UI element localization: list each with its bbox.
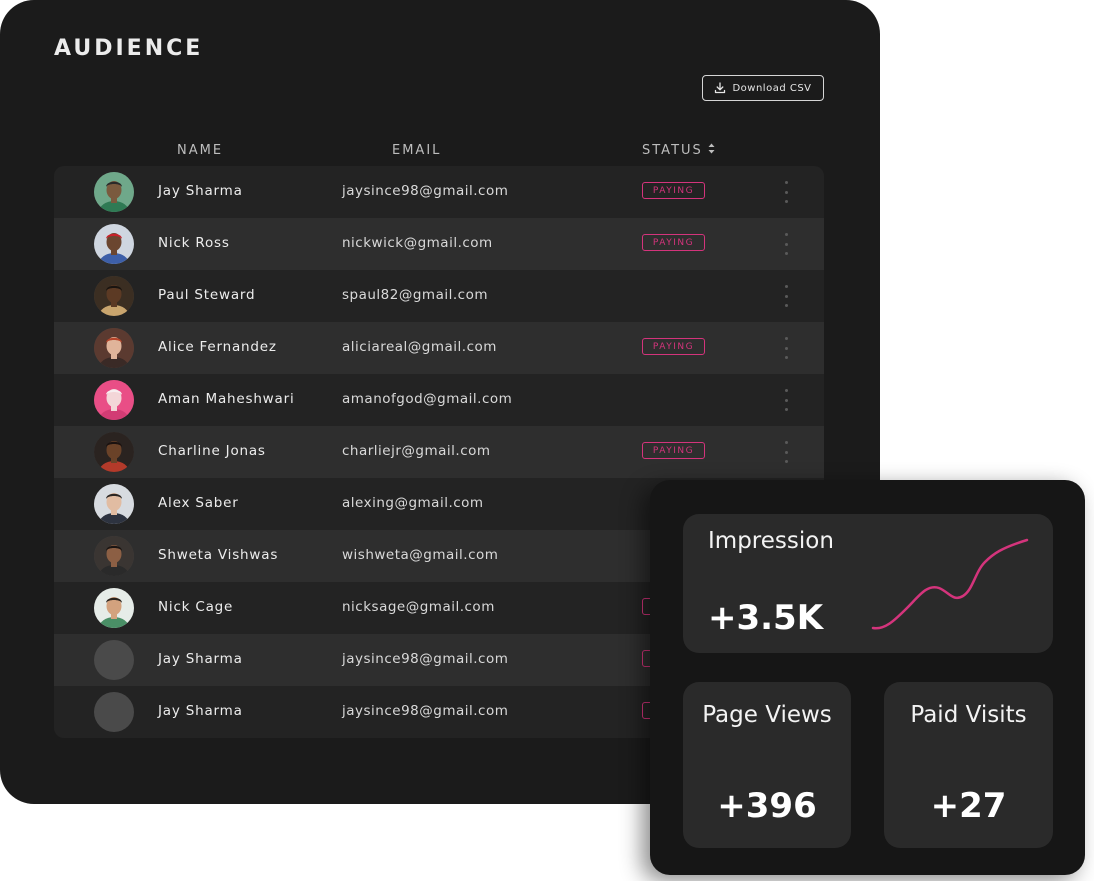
avatar — [94, 640, 134, 680]
row-name: Aman Maheshwari — [158, 391, 295, 407]
more-vertical-icon[interactable] — [780, 181, 792, 203]
status-badge: PAYING — [642, 234, 705, 251]
more-vertical-icon[interactable] — [780, 441, 792, 463]
row-name: Shweta Vishwas — [158, 547, 279, 563]
column-header-status[interactable]: STATUS — [642, 143, 715, 158]
row-name: Jay Sharma — [158, 183, 243, 199]
impression-tile: Impression +3.5K — [683, 514, 1053, 653]
row-name: Alice Fernandez — [158, 339, 277, 355]
row-email: aliciareal@gmail.com — [342, 339, 497, 355]
row-email: wishweta@gmail.com — [342, 547, 499, 563]
row-email: nicksage@gmail.com — [342, 599, 495, 615]
download-csv-button[interactable]: Download CSV — [702, 75, 824, 101]
more-vertical-icon[interactable] — [780, 389, 792, 411]
sort-arrows-icon[interactable] — [708, 143, 715, 158]
row-name: Jay Sharma — [158, 651, 243, 667]
row-name: Charline Jonas — [158, 443, 266, 459]
table-row[interactable]: Charline Jonas charliejr@gmail.com PAYING — [54, 426, 824, 478]
avatar — [94, 692, 134, 732]
paid-visits-label: Paid Visits — [910, 702, 1027, 728]
more-vertical-icon[interactable] — [780, 233, 792, 255]
avatar — [94, 588, 134, 628]
avatar — [94, 276, 134, 316]
page-views-tile: Page Views +396 — [683, 682, 851, 848]
status-badge: PAYING — [642, 182, 705, 199]
column-header-name[interactable]: NAME — [177, 143, 223, 158]
row-name: Alex Saber — [158, 495, 239, 511]
stats-card: Impression +3.5K Page Views +396 Paid Vi… — [650, 480, 1085, 875]
avatar — [94, 380, 134, 420]
row-name: Paul Steward — [158, 287, 256, 303]
column-header-email[interactable]: EMAIL — [392, 143, 441, 158]
avatar — [94, 484, 134, 524]
table-row[interactable]: Nick Ross nickwick@gmail.com PAYING — [54, 218, 824, 270]
more-vertical-icon[interactable] — [780, 337, 792, 359]
page-views-value: +396 — [717, 786, 817, 826]
row-email: alexing@gmail.com — [342, 495, 484, 511]
avatar — [94, 536, 134, 576]
row-email: jaysince98@gmail.com — [342, 651, 509, 667]
table-row[interactable]: Paul Steward spaul82@gmail.com — [54, 270, 824, 322]
avatar — [94, 432, 134, 472]
page-views-label: Page Views — [702, 702, 832, 728]
table-row[interactable]: Alice Fernandez aliciareal@gmail.com PAYIN… — [54, 322, 824, 374]
impression-sparkline — [871, 538, 1029, 630]
row-email: nickwick@gmail.com — [342, 235, 493, 251]
row-email: spaul82@gmail.com — [342, 287, 488, 303]
row-email: charliejr@gmail.com — [342, 443, 491, 459]
paid-visits-value: +27 — [930, 786, 1007, 826]
column-header-status-label: STATUS — [642, 143, 703, 158]
avatar — [94, 328, 134, 368]
table-row[interactable]: Aman Maheshwari amanofgod@gmail.com — [54, 374, 824, 426]
row-name: Nick Cage — [158, 599, 234, 615]
page-title: AUDIENCE — [54, 36, 204, 61]
page-root: AUDIENCE Download CSV NAME EMAIL STATUS … — [0, 0, 1094, 881]
row-email: jaysince98@gmail.com — [342, 703, 509, 719]
status-badge: PAYING — [642, 442, 705, 459]
status-badge: PAYING — [642, 338, 705, 355]
more-vertical-icon[interactable] — [780, 285, 792, 307]
row-email: jaysince98@gmail.com — [342, 183, 509, 199]
avatar — [94, 172, 134, 212]
impression-label: Impression — [708, 528, 834, 554]
row-name: Nick Ross — [158, 235, 230, 251]
impression-value: +3.5K — [708, 598, 824, 638]
download-csv-label: Download CSV — [732, 82, 812, 94]
download-icon — [714, 82, 726, 94]
avatar — [94, 224, 134, 264]
paid-visits-tile: Paid Visits +27 — [884, 682, 1053, 848]
table-row[interactable]: Jay Sharma jaysince98@gmail.com PAYING — [54, 166, 824, 218]
row-email: amanofgod@gmail.com — [342, 391, 513, 407]
row-name: Jay Sharma — [158, 703, 243, 719]
